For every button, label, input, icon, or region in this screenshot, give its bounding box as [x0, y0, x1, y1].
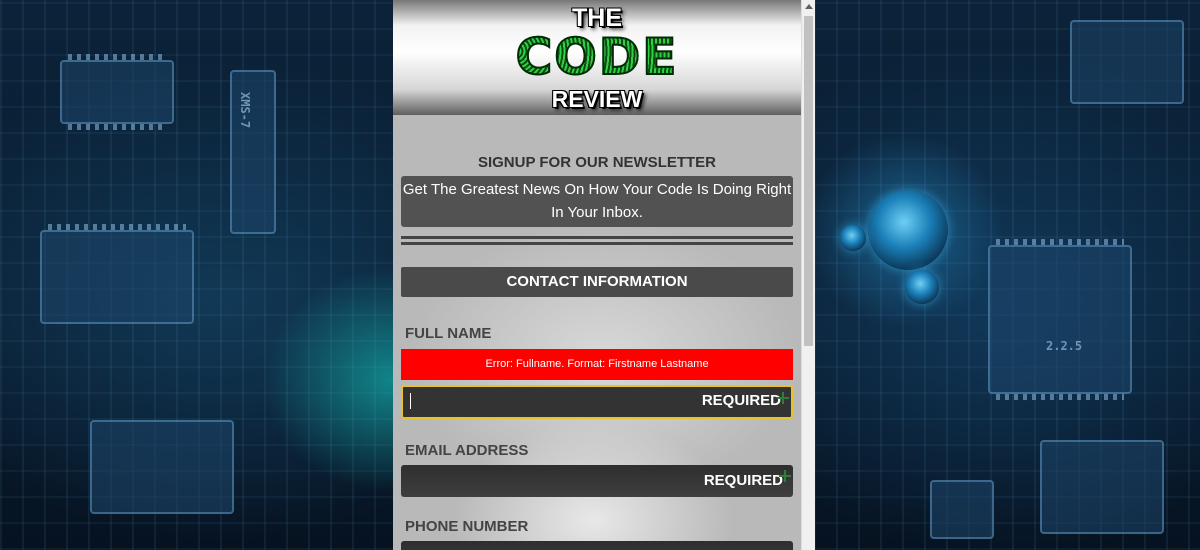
newsletter-description: Get The Greatest News On How Your Code I…	[401, 176, 793, 227]
phone-number-input[interactable]	[401, 541, 793, 550]
newsletter-title: SIGNUP FOR OUR NEWSLETTER	[477, 154, 717, 171]
full-name-error-message: Error: Fullname. Format: Firstname Lastn…	[401, 349, 793, 380]
divider-line-1	[401, 236, 793, 239]
capacitor-knob-small-2	[840, 225, 866, 251]
chip-left-top	[60, 54, 174, 130]
chip-left-vertical: XMS-7	[230, 70, 276, 234]
divider-line-2	[401, 242, 793, 245]
plus-icon	[779, 470, 791, 482]
logo-text-review: REVIEW	[551, 86, 643, 112]
email-address-placeholder: REQUIRED	[703, 472, 783, 489]
chip-right-lower-left	[930, 480, 994, 539]
logo-text-code: CODE	[393, 27, 801, 87]
contact-information-heading: CONTACT INFORMATION	[401, 267, 793, 297]
chip-right-top	[1070, 20, 1184, 104]
scroll-up-arrow-icon[interactable]	[805, 4, 813, 9]
chip-label-left: XMS-7	[238, 92, 252, 129]
chip-right-bottom	[1040, 440, 1164, 534]
page-scrollbar[interactable]	[801, 0, 815, 550]
capacitor-knob-large	[868, 190, 948, 270]
chip-right-main: 2.2.5	[988, 239, 1132, 400]
chip-left-lower	[90, 420, 234, 514]
chip-label-right: 2.2.5	[1046, 339, 1083, 353]
email-address-label: EMAIL ADDRESS	[405, 442, 529, 459]
email-address-input[interactable]: REQUIRED	[401, 465, 793, 497]
capacitor-knob-small-1	[905, 270, 939, 304]
text-caret	[410, 393, 411, 409]
scrollbar-thumb[interactable]	[804, 16, 813, 346]
full-name-input[interactable]: REQUIRED	[401, 385, 793, 419]
phone-number-label: PHONE NUMBER	[405, 518, 529, 535]
site-header-logo: THE CODE REVIEW	[393, 0, 801, 115]
chip-left-bottom	[40, 224, 194, 324]
plus-icon	[777, 392, 789, 404]
full-name-placeholder: REQUIRED	[701, 392, 781, 409]
full-name-label: FULL NAME	[405, 325, 492, 342]
newsletter-page-panel: THE CODE REVIEW SIGNUP FOR OUR NEWSLETTE…	[393, 0, 815, 550]
